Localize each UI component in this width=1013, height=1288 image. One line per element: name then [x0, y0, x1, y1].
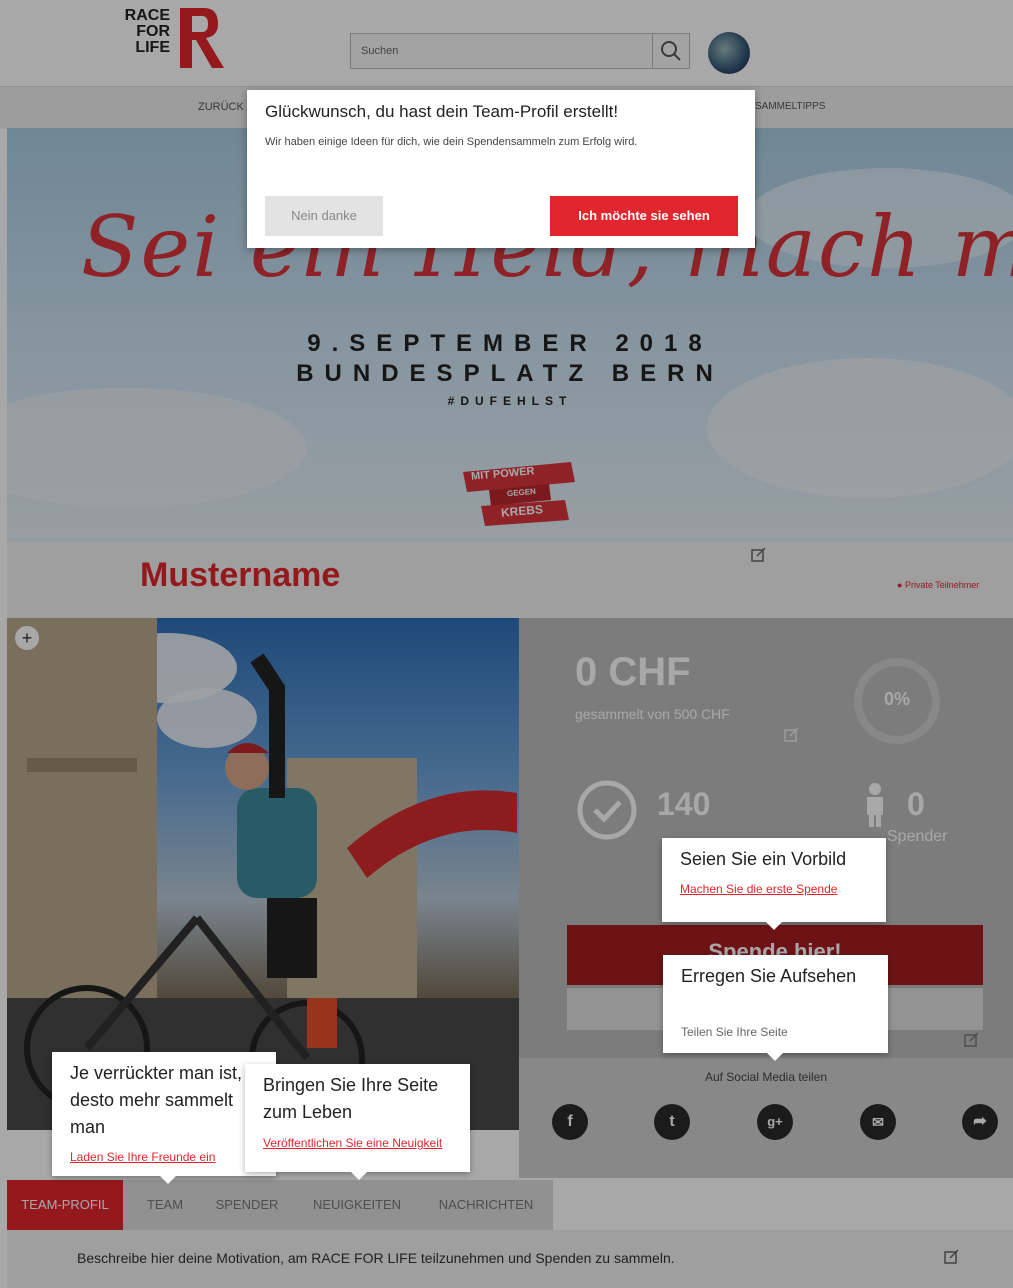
- accept-button[interactable]: Ich möchte sie sehen: [550, 196, 738, 236]
- tip-card-role-model: Seien Sie ein Vorbild Machen Sie die ers…: [662, 838, 886, 930]
- tip-title-friends: Je verrückter man ist, desto mehr sammel…: [70, 1063, 243, 1137]
- decline-button[interactable]: Nein danke: [265, 196, 383, 236]
- tip-link-first-donation[interactable]: Machen Sie die erste Spende: [680, 882, 868, 896]
- tip-card-bring-to-life: Bringen Sie Ihre Seite zum Leben Veröffe…: [245, 1064, 470, 1180]
- modal-title: Glückwunsch, du hast dein Team-Profil er…: [265, 102, 619, 121]
- tip-link-invite-friends[interactable]: Laden Sie Ihre Freunde ein: [70, 1150, 215, 1164]
- tip-card-attention: Erregen Sie Aufsehen Teilen Sie Ihre Sei…: [663, 955, 888, 1061]
- tip-title-bring-to-life: Bringen Sie Ihre Seite zum Leben: [263, 1075, 439, 1122]
- tip-title-role-model: Seien Sie ein Vorbild: [680, 849, 847, 869]
- tip-arrow: [351, 1172, 367, 1180]
- tip-card-friends: Je verrückter man ist, desto mehr sammel…: [52, 1052, 276, 1184]
- welcome-modal: Glückwunsch, du hast dein Team-Profil er…: [247, 90, 755, 248]
- tip-title-attention: Erregen Sie Aufsehen: [681, 966, 857, 986]
- modal-body: Wir haben einige Ideen für dich, wie dei…: [265, 136, 638, 148]
- tip-link-publish-news[interactable]: Veröffentlichen Sie eine Neuigkeit: [263, 1136, 453, 1150]
- tip-arrow: [160, 1176, 176, 1184]
- tip-sub-share[interactable]: Teilen Sie Ihre Seite: [681, 1025, 788, 1039]
- tip-arrow: [767, 1053, 783, 1061]
- tip-arrow: [766, 922, 782, 930]
